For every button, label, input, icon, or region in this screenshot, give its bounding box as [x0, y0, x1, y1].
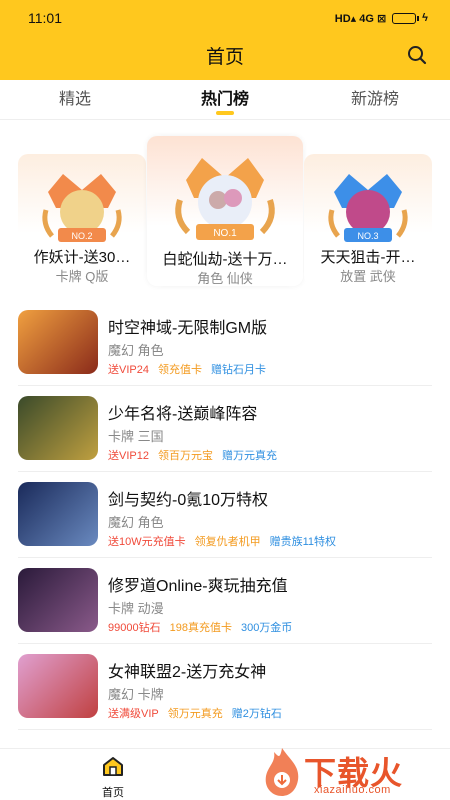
- benefit-tag: 领万元真充: [167, 708, 223, 720]
- game-benefits: 送VIP12 领百万元宝 赠万元真充: [108, 447, 277, 463]
- podium-name: 作妖计-送30…: [33, 249, 131, 266]
- page-title: 首页: [205, 47, 244, 68]
- status-bar: 11:01 HD▴ 4G ⊠ ϟ: [0, 0, 450, 36]
- benefit-tag: 送满级VIP: [108, 708, 159, 720]
- game-tags: 魔幻 角色: [108, 343, 164, 358]
- rank-3-label: NO.3: [357, 231, 378, 241]
- benefit-tag: 送VIP12: [108, 450, 149, 462]
- game-thumbnail: [18, 568, 98, 632]
- rank-1-label: NO.1: [213, 228, 237, 239]
- crown-badge-icon: NO.1: [175, 158, 275, 240]
- benefit-tag: 99000钻石: [108, 622, 161, 634]
- game-benefits: 送VIP24 领充值卡 赠钻石月卡: [108, 361, 266, 377]
- game-benefits: 送满级VIP 领万元真充 赠2万钻石: [108, 705, 282, 721]
- podium-card-rank-2[interactable]: NO.2 作妖计-送30… 卡牌 Q版: [18, 154, 146, 286]
- crown-badge-icon: NO.3: [328, 174, 408, 242]
- status-indicators: HD▴ 4G ⊠ ϟ: [335, 12, 428, 25]
- benefit-tag: 领复仇者机甲: [194, 536, 261, 548]
- list-item[interactable]: 女神联盟2-送万充女神 魔幻 卡牌 送满级VIP 领万元真充 赠2万钻石: [18, 644, 432, 730]
- podium-card-rank-3[interactable]: NO.3 天天狙击-开… 放置 武侠: [304, 154, 432, 286]
- category-tabs: 精选 热门榜 新游榜: [0, 80, 450, 120]
- game-benefits: 99000钻石 198真充值卡 300万金币: [108, 619, 292, 635]
- game-name: 时空神域-无限制GM版: [108, 320, 268, 337]
- benefit-tag: 300万金币: [240, 622, 293, 634]
- list-item[interactable]: 剑与契约-0氪10万特权 魔幻 角色 送10W元充值卡 领复仇者机甲 赠贵族11…: [18, 472, 432, 558]
- list-item[interactable]: 时空神域-无限制GM版 魔幻 角色 送VIP24 领充值卡 赠钻石月卡: [18, 300, 432, 386]
- podium-tags: 卡牌 Q版: [55, 269, 109, 284]
- podium-tags: 角色 仙侠: [197, 271, 253, 286]
- game-name: 女神联盟2-送万充女神: [108, 664, 267, 681]
- search-icon[interactable]: [406, 44, 428, 66]
- benefit-tag: 送10W元充值卡: [108, 536, 186, 548]
- watermark-url: xiazaihuo.com: [314, 784, 391, 796]
- benefit-tag: 领充值卡: [157, 364, 202, 376]
- podium-name: 白蛇仙劫-送十万…: [162, 251, 288, 268]
- tab-featured[interactable]: 精选: [0, 80, 150, 119]
- game-thumbnail: [18, 482, 98, 546]
- list-item[interactable]: 修罗道Online-爽玩抽充值 卡牌 动漫 99000钻石 198真充值卡 30…: [18, 558, 432, 644]
- game-thumbnail: [18, 396, 98, 460]
- podium-card-rank-1[interactable]: NO.1 白蛇仙劫-送十万… 角色 仙侠: [147, 136, 303, 286]
- crown-badge-icon: NO.2: [42, 174, 122, 242]
- benefit-tag: 赠万元真充: [221, 450, 277, 462]
- header-bar: 11:01 HD▴ 4G ⊠ ϟ 首页: [0, 0, 450, 80]
- game-thumbnail: [18, 310, 98, 374]
- game-benefits: 送10W元充值卡 领复仇者机甲 赠贵族11特权: [108, 533, 336, 549]
- benefit-tag: 领百万元宝: [157, 450, 213, 462]
- game-tags: 魔幻 卡牌: [108, 687, 164, 702]
- game-name: 少年名将-送巅峰阵容: [108, 406, 258, 423]
- game-name: 剑与契约-0氪10万特权: [108, 492, 269, 509]
- nav-home[interactable]: 首页: [96, 755, 130, 800]
- top-three-podium: NO.2 作妖计-送30… 卡牌 Q版 NO.1 白蛇仙劫-送十万… 角色 仙侠…: [0, 130, 450, 290]
- tab-new-games[interactable]: 新游榜: [300, 80, 450, 119]
- watermark-logo: 下载火 xiazaihuo.com: [254, 744, 444, 800]
- game-tags: 卡牌 三国: [108, 429, 164, 444]
- benefit-tag: 赠钻石月卡: [210, 364, 266, 376]
- list-item[interactable]: 少年名将-送巅峰阵容 卡牌 三国 送VIP12 领百万元宝 赠万元真充: [18, 386, 432, 472]
- flame-logo-icon: [265, 748, 299, 796]
- benefit-tag: 赠贵族11特权: [269, 536, 337, 548]
- podium-tags: 放置 武侠: [340, 269, 396, 284]
- game-name: 修罗道Online-爽玩抽充值: [108, 578, 288, 595]
- nav-home-label: 首页: [102, 787, 124, 799]
- benefit-tag: 198真充值卡: [169, 622, 232, 634]
- game-tags: 魔幻 角色: [108, 515, 164, 530]
- ranking-list: 时空神域-无限制GM版 魔幻 角色 送VIP24 领充值卡 赠钻石月卡 少年名将…: [0, 300, 450, 730]
- podium-name: 天天狙击-开…: [320, 249, 416, 266]
- benefit-tag: 赠2万钻石: [231, 708, 282, 720]
- charging-icon: ϟ: [422, 12, 428, 24]
- signal-indicators: HD▴ 4G ⊠: [334, 12, 387, 25]
- status-time: 11:01: [28, 10, 62, 26]
- benefit-tag: 送VIP24: [108, 364, 149, 376]
- rank-2-label: NO.2: [71, 231, 92, 241]
- tab-hot-ranking[interactable]: 热门榜: [150, 80, 300, 119]
- game-thumbnail: [18, 654, 98, 718]
- game-tags: 卡牌 动漫: [108, 601, 164, 616]
- battery-icon: [392, 12, 420, 24]
- home-icon: [103, 757, 123, 776]
